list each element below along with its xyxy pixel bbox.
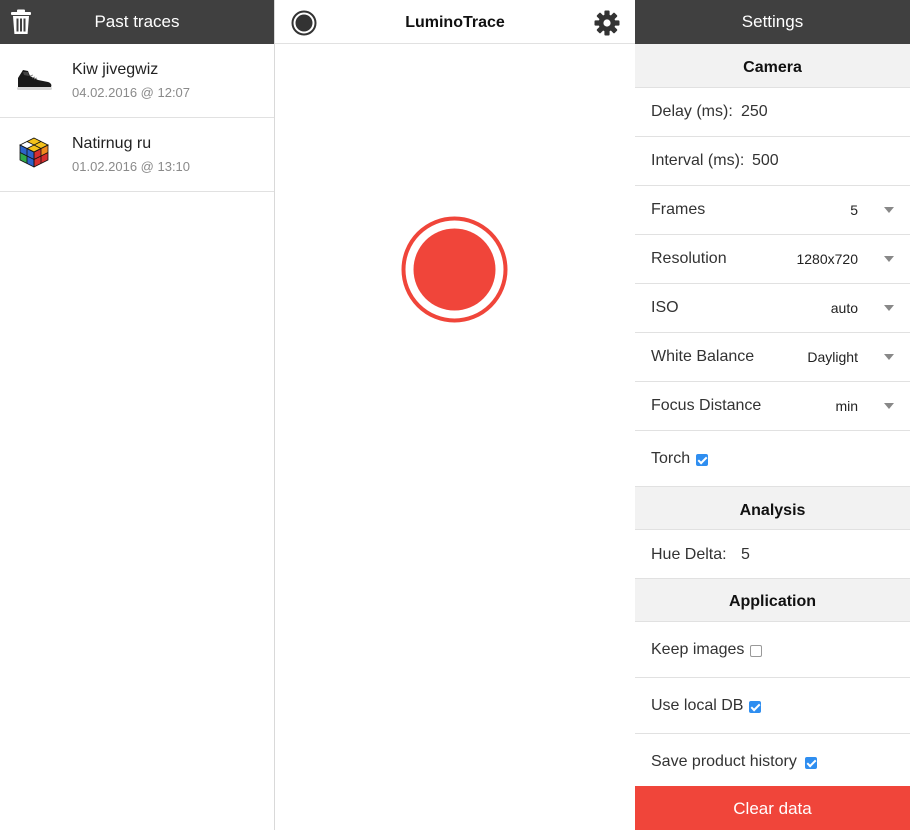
- camera-section-header: Camera: [635, 44, 910, 88]
- iso-value: auto: [830, 300, 858, 316]
- chevron-down-icon: [884, 256, 894, 262]
- save-history-label: Save product history: [651, 753, 797, 770]
- delay-label: Delay (ms):: [651, 103, 733, 120]
- interval-row: Interval (ms): 500: [635, 137, 910, 186]
- resolution-value: 1280x720: [796, 251, 858, 267]
- delay-row: Delay (ms): 250: [635, 88, 910, 137]
- interval-label: Interval (ms):: [651, 152, 745, 169]
- chevron-down-icon: [884, 354, 894, 360]
- trace-list-item[interactable]: Kiw jivegwiz 04.02.2016 @ 12:07: [0, 44, 274, 118]
- trace-date: 01.02.2016 @ 13:10: [72, 159, 191, 174]
- focus-distance-select[interactable]: Focus Distance min: [635, 382, 910, 431]
- past-traces-header: Past traces: [0, 0, 274, 44]
- torch-row: Torch: [635, 431, 910, 487]
- iso-label: ISO: [651, 299, 679, 316]
- rubiks-cube-icon: [19, 137, 49, 168]
- trace-name: Kiw jivegwiz: [72, 61, 159, 78]
- analysis-section-header: Analysis: [635, 487, 910, 530]
- hue-delta-input[interactable]: 5: [741, 546, 750, 564]
- settings-panel: Settings Camera Delay (ms): 250 Interval…: [635, 0, 910, 830]
- interval-input[interactable]: 500: [752, 152, 779, 170]
- torch-checkbox[interactable]: [696, 454, 708, 466]
- save-history-checkbox[interactable]: [805, 757, 817, 769]
- keep-images-label: Keep images: [651, 641, 745, 658]
- frames-select[interactable]: Frames 5: [635, 186, 910, 235]
- hue-delta-label: Hue Delta:: [651, 546, 727, 563]
- application-section-header: Application: [635, 579, 910, 622]
- use-local-db-row: Use local DB: [635, 678, 910, 734]
- trace-date: 04.02.2016 @ 12:07: [72, 85, 191, 100]
- chevron-down-icon: [884, 403, 894, 409]
- clear-data-button[interactable]: Clear data: [635, 786, 910, 830]
- app-header: LuminoTrace: [275, 0, 635, 44]
- white-balance-select[interactable]: White Balance Daylight: [635, 333, 910, 382]
- frames-label: Frames: [651, 201, 706, 218]
- capture-panel: LuminoTrace: [275, 0, 635, 830]
- chevron-down-icon: [884, 305, 894, 311]
- use-local-db-checkbox[interactable]: [749, 701, 761, 713]
- hue-delta-row: Hue Delta: 5: [635, 530, 910, 579]
- focus-distance-label: Focus Distance: [651, 397, 762, 414]
- past-traces-panel: Past traces Kiw jivegwiz 04.02.2016 @ 12…: [0, 0, 275, 830]
- white-balance-label: White Balance: [651, 348, 755, 365]
- keep-images-checkbox[interactable]: [750, 645, 762, 657]
- gear-icon[interactable]: [594, 10, 620, 36]
- settings-title: Settings: [635, 0, 910, 44]
- record-button[interactable]: [401, 216, 508, 323]
- delay-input[interactable]: 250: [741, 103, 768, 121]
- shoe-icon: [17, 70, 52, 90]
- white-balance-value: Daylight: [807, 349, 858, 365]
- resolution-select[interactable]: Resolution 1280x720: [635, 235, 910, 284]
- app-title: LuminoTrace: [405, 14, 505, 31]
- resolution-label: Resolution: [651, 250, 727, 267]
- chevron-down-icon: [884, 207, 894, 213]
- torch-label: Torch: [651, 450, 691, 467]
- focus-distance-value: min: [835, 398, 858, 414]
- iso-select[interactable]: ISO auto: [635, 284, 910, 333]
- save-history-row: Save product history: [635, 734, 910, 790]
- trace-list-item[interactable]: Natirnug ru 01.02.2016 @ 13:10: [0, 118, 274, 192]
- past-traces-title: Past traces: [94, 12, 180, 31]
- trace-name: Natirnug ru: [72, 135, 152, 152]
- use-local-db-label: Use local DB: [651, 697, 744, 714]
- frames-value: 5: [850, 202, 858, 218]
- keep-images-row: Keep images: [635, 622, 910, 678]
